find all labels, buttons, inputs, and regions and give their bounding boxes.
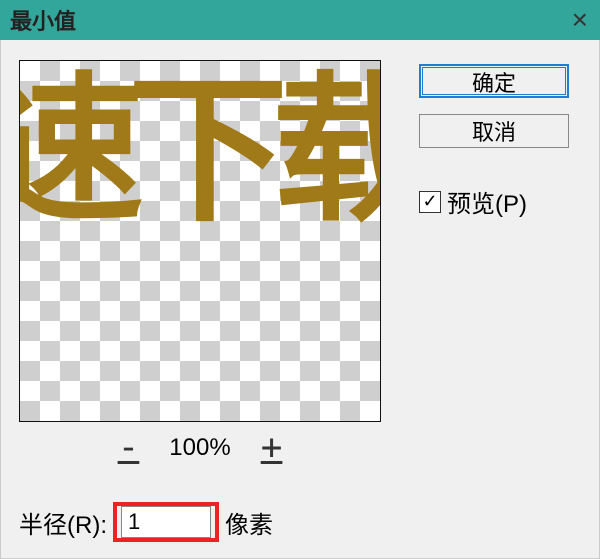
titlebar: 最小值 × <box>0 0 600 40</box>
dialog-title: 最小值 <box>10 4 76 36</box>
right-column: 确定 取消 ✓ 预览(P) <box>419 60 569 540</box>
left-column: 速下载 - 100% + <box>19 60 381 540</box>
radius-label: 半径(R): <box>19 505 107 540</box>
ok-button[interactable]: 确定 <box>419 64 569 98</box>
preview-sample-text: 速下载 <box>19 61 381 240</box>
radius-row: 半径(R): 像素 <box>19 502 273 542</box>
close-icon[interactable]: × <box>572 4 588 36</box>
cancel-button[interactable]: 取消 <box>419 114 569 148</box>
zoom-controls: - 100% + <box>118 430 283 466</box>
preview-checkbox-row[interactable]: ✓ 预览(P) <box>419 184 569 219</box>
zoom-out-button[interactable]: - <box>118 430 140 466</box>
radius-input-highlight <box>113 502 219 542</box>
zoom-level: 100% <box>169 434 230 462</box>
preview-area[interactable]: 速下载 <box>19 60 381 422</box>
radius-input[interactable] <box>121 506 211 538</box>
dialog-body: 速下载 - 100% + 确定 取消 ✓ 预览(P) 半径(R): 像素 <box>0 40 600 559</box>
zoom-in-button[interactable]: + <box>261 430 283 466</box>
preview-checkbox[interactable]: ✓ <box>419 191 441 213</box>
preview-checkbox-label: 预览(P) <box>447 184 527 219</box>
radius-unit: 像素 <box>225 505 273 540</box>
